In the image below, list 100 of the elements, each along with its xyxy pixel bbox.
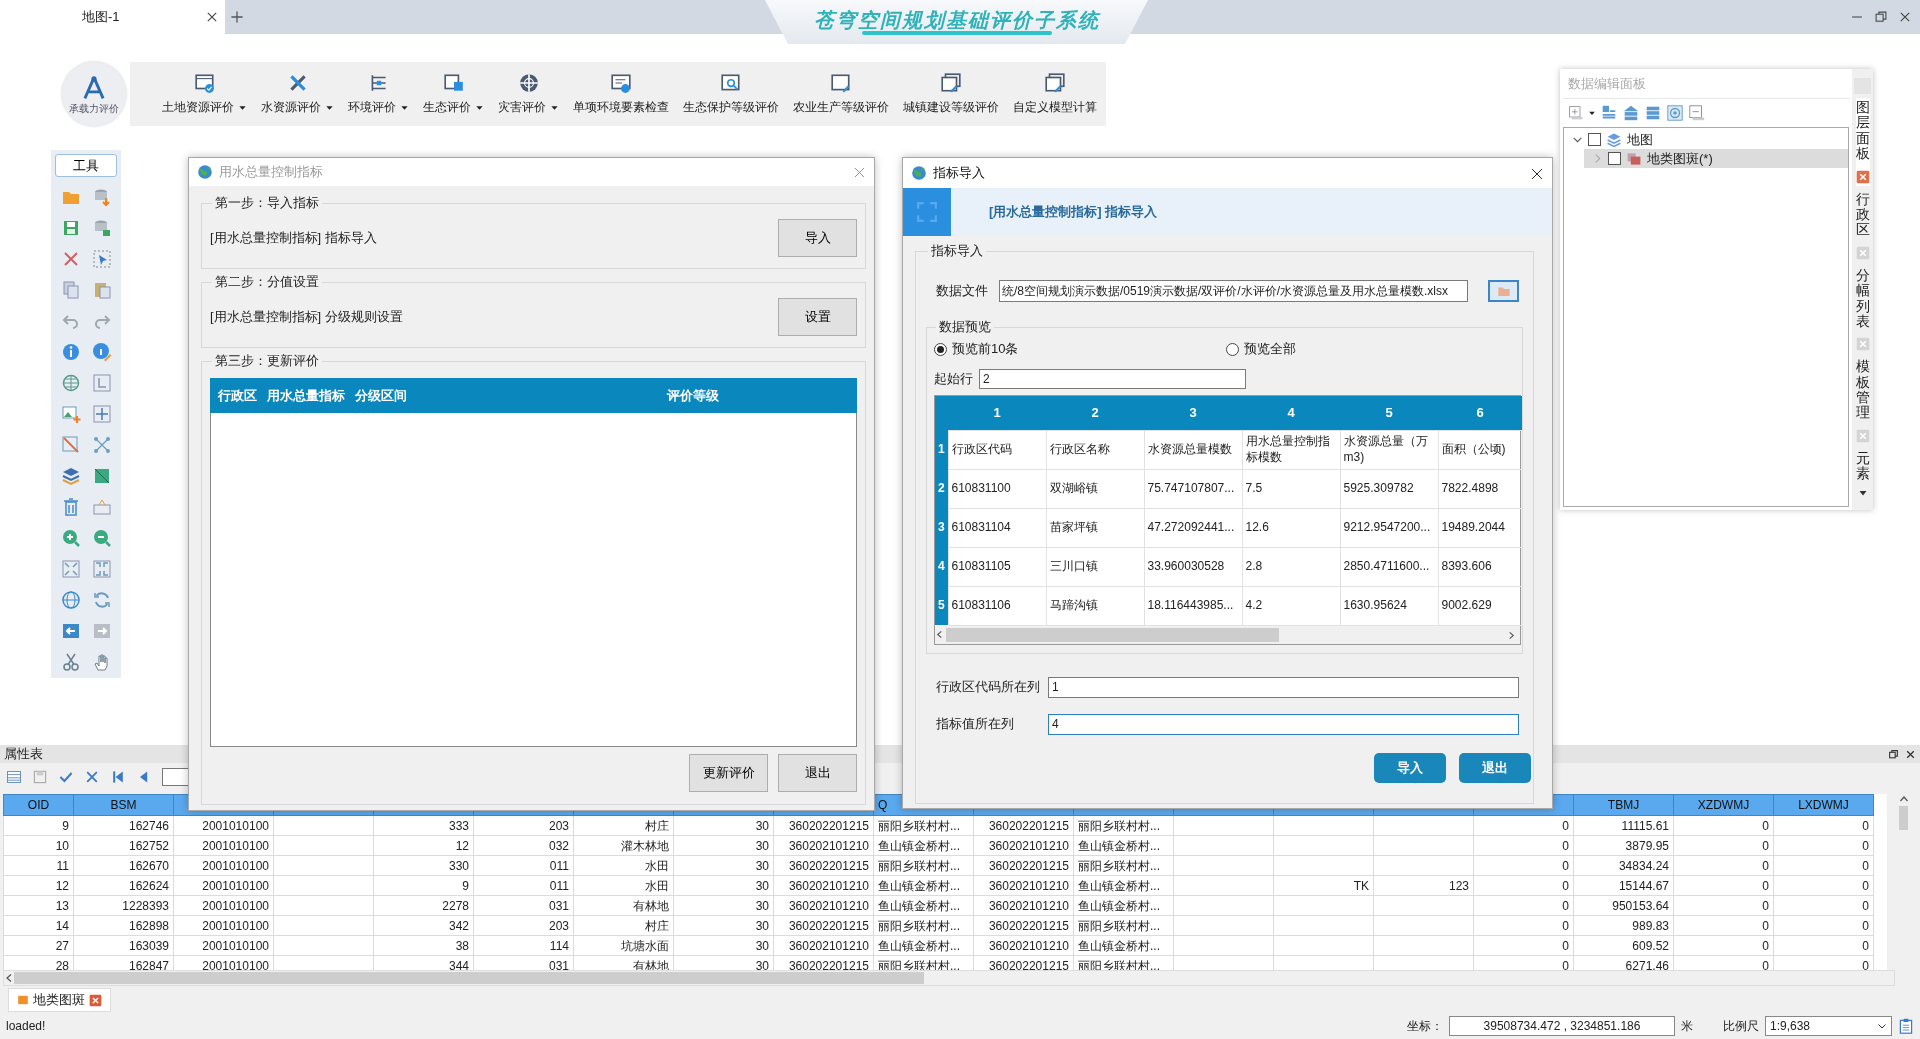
row-header[interactable]: 3 <box>935 508 948 547</box>
edit-line-icon[interactable] <box>60 434 81 455</box>
ribbon-button[interactable]: 环境评价 <box>348 72 409 116</box>
dialog-button[interactable]: 更新评价 <box>689 754 768 792</box>
side-tab[interactable]: 模板管理 <box>1855 357 1870 445</box>
info-icon[interactable] <box>60 341 81 362</box>
close-icon[interactable] <box>1530 166 1544 181</box>
scrollbar-thumb[interactable] <box>946 627 1279 642</box>
tree-item[interactable]: 地图 <box>1564 130 1848 149</box>
first-icon[interactable] <box>110 768 126 785</box>
ribbon-button[interactable]: 自定义模型计算 <box>1013 72 1097 116</box>
zoom-in-icon[interactable] <box>60 527 81 548</box>
table-icon[interactable] <box>6 768 22 785</box>
close-icon[interactable] <box>1905 748 1916 760</box>
side-tab[interactable]: 元素 <box>1855 448 1870 484</box>
ribbon-button[interactable]: 生态保护等级评价 <box>683 72 779 116</box>
close-icon[interactable] <box>1898 10 1912 24</box>
dialog-button[interactable]: 退出 <box>1459 752 1531 783</box>
radio-option[interactable]: 预览前10条 <box>934 339 1226 359</box>
layer-tab[interactable]: 地类图斑 <box>8 988 111 1012</box>
input-field[interactable]: 1 <box>1048 676 1519 698</box>
step-button[interactable]: 设置 <box>778 298 857 336</box>
remove-layer-icon[interactable] <box>1688 104 1706 122</box>
column-header[interactable]: XZDWMJ <box>1673 794 1774 816</box>
ribbon-button[interactable]: 城镇建设等级评价 <box>903 72 999 116</box>
checkbox[interactable] <box>1588 133 1601 146</box>
column-header[interactable]: 2 <box>1046 396 1144 430</box>
copy-icon[interactable] <box>60 279 81 300</box>
ribbon-button[interactable]: 土地资源评价 <box>162 72 247 116</box>
selection-icon[interactable] <box>91 248 112 269</box>
side-tab[interactable]: 图层面板 <box>1855 98 1870 186</box>
tree-item[interactable]: 地类图斑(*) <box>1584 149 1848 168</box>
grid-cell: 行政区代码 <box>948 430 1046 469</box>
restore-icon[interactable] <box>1888 748 1899 760</box>
save-icon[interactable] <box>32 768 48 785</box>
file-path-field[interactable]: 统/8空间规划演示数据/0519演示数据/双评价/水评价/水资源总量及用水总量模数.xlsx <box>999 280 1468 302</box>
close-icon[interactable] <box>205 10 219 24</box>
column-header[interactable]: 4 <box>1242 396 1340 430</box>
move-icon[interactable] <box>91 403 112 424</box>
plus-icon[interactable] <box>229 9 245 25</box>
column-header[interactable]: 6 <box>1438 396 1522 430</box>
info-edit-icon[interactable] <box>91 341 112 362</box>
document-tab[interactable]: 地图-1 <box>0 0 225 34</box>
start-row-field[interactable]: 2 <box>979 369 1246 389</box>
restore-icon[interactable] <box>1874 10 1888 24</box>
nodes-icon[interactable] <box>91 434 112 455</box>
ribbon-button[interactable]: 水资源评价 <box>261 72 334 116</box>
stack-icon[interactable] <box>1644 104 1662 122</box>
dialog-button[interactable]: 导入 <box>1374 752 1446 783</box>
column-header[interactable]: 1 <box>948 396 1046 430</box>
scale-dropdown[interactable]: 1:9,638 <box>1765 1015 1892 1036</box>
table-cell: 162624 <box>73 875 174 896</box>
target-icon[interactable] <box>1666 104 1684 122</box>
column-header[interactable]: TBMJ <box>1573 794 1674 816</box>
ribbon-button[interactable]: 单项环境要素检查 <box>573 72 669 116</box>
refresh-icon[interactable] <box>91 589 112 610</box>
side-tab[interactable]: 分幅列表 <box>1855 265 1870 354</box>
corner-icon[interactable] <box>91 372 112 393</box>
house-stack-icon[interactable] <box>1622 104 1640 122</box>
table-cell: 360202101210 <box>973 935 1074 956</box>
tools-header-button[interactable]: 工具 <box>55 154 117 177</box>
column-header[interactable]: 5 <box>1340 396 1438 430</box>
row-header[interactable]: 4 <box>935 547 948 586</box>
side-tab[interactable]: 行政区 <box>1855 189 1870 262</box>
horizontal-scrollbar[interactable] <box>3 970 1895 986</box>
checkbox[interactable] <box>1608 152 1621 165</box>
column-header[interactable]: LXDWMJ <box>1773 794 1874 816</box>
clipboard-icon[interactable] <box>1898 1016 1914 1035</box>
ribbon-button[interactable]: 农业生产等级评价 <box>793 72 889 116</box>
globe-icon[interactable] <box>60 589 81 610</box>
add-image-icon[interactable] <box>60 403 81 424</box>
shrink-icon[interactable] <box>91 558 112 579</box>
scrollbar-thumb[interactable] <box>1899 806 1908 830</box>
table-cell: 丽阳乡联村村... <box>873 815 974 836</box>
dialog-button[interactable]: 退出 <box>778 754 857 792</box>
full-extent-icon[interactable] <box>60 558 81 579</box>
radio-button[interactable] <box>1225 342 1239 356</box>
column-header[interactable]: 3 <box>1144 396 1242 430</box>
scissors-icon[interactable] <box>60 651 81 672</box>
column-header[interactable]: OID <box>3 794 74 816</box>
step-button[interactable]: 导入 <box>778 219 857 257</box>
grid-globe-icon[interactable] <box>60 372 81 393</box>
ribbon-button[interactable]: 灾害评价 <box>498 72 559 116</box>
column-header[interactable]: BSM <box>73 794 174 816</box>
radio-button[interactable] <box>934 342 947 356</box>
zoom-out-icon[interactable] <box>91 527 112 548</box>
grid-cell: 47.272092441... <box>1144 508 1242 547</box>
coordinate-field[interactable]: 39508734.472 , 3234851.186 <box>1449 1015 1675 1036</box>
row-header[interactable]: 1 <box>935 430 948 469</box>
ribbon-button[interactable]: 生态评价 <box>423 72 484 116</box>
caret-icon[interactable] <box>1588 109 1596 117</box>
table-cell: 3879.95 <box>1573 835 1674 856</box>
input-field[interactable]: 4 <box>1048 713 1519 735</box>
table-cell: 0 <box>1773 875 1874 896</box>
browse-button[interactable] <box>1488 280 1519 302</box>
layers-icon[interactable] <box>60 465 81 486</box>
radio-option[interactable]: 预览全部 <box>1225 339 1517 359</box>
row-header[interactable]: 2 <box>935 469 948 508</box>
row-header[interactable]: 5 <box>935 586 948 625</box>
scrollbar-thumb[interactable] <box>14 972 924 984</box>
